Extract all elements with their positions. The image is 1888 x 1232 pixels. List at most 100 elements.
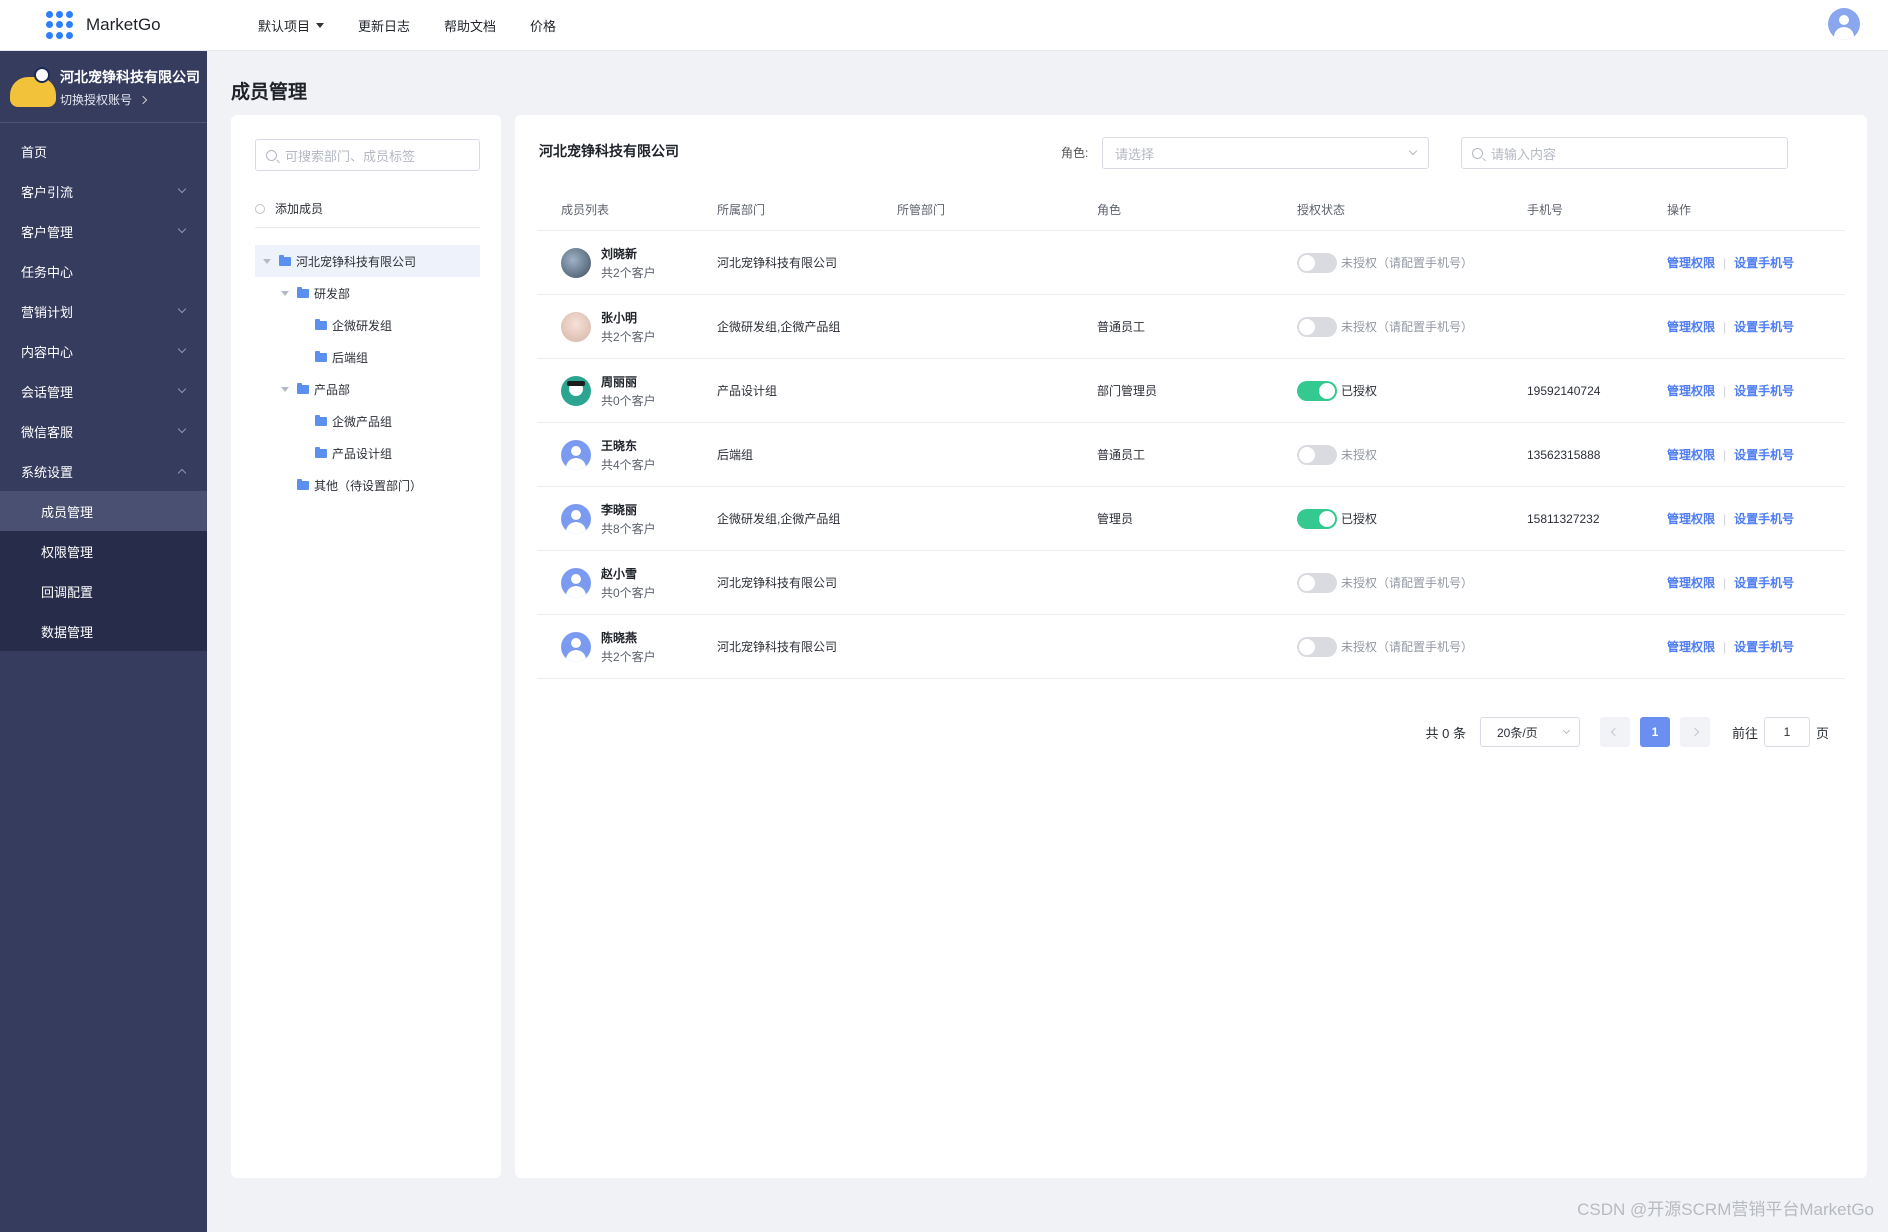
auth-toggle[interactable] <box>1297 636 1337 657</box>
tree-node-rd-dept[interactable]: 研发部 <box>255 277 480 309</box>
page-number-current[interactable]: 1 <box>1639 717 1670 747</box>
sidebar-item-wechat-service[interactable]: 微信客服 <box>0 411 207 451</box>
sidebar-item-marketing-plan[interactable]: 营销计划 <box>0 291 207 331</box>
org-switcher[interactable]: 河北宠铮科技有限公司 切换授权账号 <box>0 51 207 123</box>
sidebar-item-home[interactable]: 首页 <box>0 131 207 171</box>
nav-help-docs[interactable]: 帮助文档 <box>444 16 496 35</box>
expand-toggle-icon[interactable] <box>281 290 289 296</box>
column-header: 成员列表 <box>561 203 610 217</box>
chevron-right-icon <box>1690 727 1700 737</box>
table-body: 刘晓新 共2个客户 河北宠铮科技有限公司 未授权（请配置手机号） 管理权限 | 设置手机号张… <box>537 231 1845 679</box>
row-actions: 管理权限 | 设置手机号 <box>1667 446 1845 463</box>
sidebar-item-callback-config[interactable]: 回调配置 <box>0 571 207 611</box>
folder-icon <box>315 350 327 362</box>
chevron-up-icon <box>177 468 187 478</box>
tree-node-other[interactable]: 其他（待设置部门） <box>255 469 480 501</box>
prev-page-button[interactable] <box>1599 717 1630 747</box>
top-nav: 默认项目 更新日志 帮助文档 价格 <box>258 16 556 35</box>
sidebar-item-customer-acquisition[interactable]: 客户引流 <box>0 171 207 211</box>
sidebar-item-content-center[interactable]: 内容中心 <box>0 331 207 371</box>
member-role: 普通员工 <box>1097 320 1146 334</box>
table-header: 成员列表 所属部门 所管部门 角色 授权状态 手机号 操作 <box>537 189 1845 231</box>
chevron-down-icon <box>1562 726 1571 734</box>
sidebar-item-permission-management[interactable]: 权限管理 <box>0 531 207 571</box>
row-actions: 管理权限 | 设置手机号 <box>1667 638 1845 655</box>
page-size-select[interactable]: 20条/页 <box>1479 717 1580 747</box>
manage-permission-link[interactable]: 管理权限 <box>1667 382 1715 399</box>
table-row: 周丽丽 共0个客户 产品设计组 部门管理员 已授权 19592140724 管理权限 | 设置手… <box>537 359 1845 423</box>
member-cell: 陈晓燕 共2个客户 <box>537 629 717 665</box>
auth-status: 未授权（请配置手机号） <box>1297 636 1527 657</box>
auth-status-label: 未授权（请配置手机号） <box>1341 256 1474 270</box>
sidebar-item-member-management[interactable]: 成员管理 <box>0 491 207 531</box>
sidebar-item-data-management[interactable]: 数据管理 <box>0 611 207 651</box>
sidebar-item-session-management[interactable]: 会话管理 <box>0 371 207 411</box>
manage-permission-link[interactable]: 管理权限 <box>1667 318 1715 335</box>
avatar <box>561 631 591 662</box>
set-phone-link[interactable]: 设置手机号 <box>1734 638 1794 655</box>
expand-toggle-icon[interactable] <box>281 386 289 392</box>
auth-toggle[interactable] <box>1297 572 1337 593</box>
member-cell: 赵小雪 共0个客户 <box>537 565 717 601</box>
manage-permission-link[interactable]: 管理权限 <box>1667 638 1715 655</box>
nav-pricing[interactable]: 价格 <box>530 16 556 35</box>
department-tree: 河北宠铮科技有限公司 研发部 企微研发组 后端组 产品部 企微产品组 产品设计组 <box>255 245 480 501</box>
auth-status: 未授权 <box>1297 444 1527 465</box>
tree-node-product-dept[interactable]: 产品部 <box>255 373 480 405</box>
action-divider: | <box>1723 383 1727 398</box>
auth-status-label: 已授权 <box>1341 512 1378 526</box>
tree-node-label: 河北宠铮科技有限公司 <box>296 254 417 269</box>
tree-node-wecom-rd-group[interactable]: 企微研发组 <box>255 309 480 341</box>
manage-permission-link[interactable]: 管理权限 <box>1667 254 1715 271</box>
manage-permission-link[interactable]: 管理权限 <box>1667 574 1715 591</box>
action-divider: | <box>1723 447 1727 462</box>
tree-node-company[interactable]: 河北宠铮科技有限公司 <box>255 245 480 277</box>
auth-toggle[interactable] <box>1297 316 1337 337</box>
auth-toggle[interactable] <box>1297 252 1337 273</box>
member-info: 李晓丽共8个客户 <box>601 501 656 537</box>
member-name: 周丽丽 <box>601 374 638 389</box>
manage-permission-link[interactable]: 管理权限 <box>1667 446 1715 463</box>
next-page-button[interactable] <box>1679 717 1710 747</box>
auth-toggle[interactable] <box>1297 508 1337 529</box>
switch-account-link[interactable]: 切换授权账号 <box>60 91 148 108</box>
set-phone-link[interactable]: 设置手机号 <box>1734 254 1794 271</box>
switch-account-label: 切换授权账号 <box>60 93 133 107</box>
set-phone-link[interactable]: 设置手机号 <box>1734 318 1794 335</box>
panel-org-name: 河北宠铮科技有限公司 <box>539 143 679 159</box>
tree-node-wecom-product-group[interactable]: 企微产品组 <box>255 405 480 437</box>
user-avatar[interactable] <box>1828 8 1860 40</box>
role-filter-select[interactable]: 请选择 <box>1102 137 1429 169</box>
project-dropdown[interactable]: 默认项目 <box>258 16 325 35</box>
add-member-button[interactable]: 添加成员 <box>255 200 480 228</box>
set-phone-link[interactable]: 设置手机号 <box>1734 446 1794 463</box>
chevron-down-icon <box>177 424 187 434</box>
goto-page-input[interactable] <box>1763 717 1810 747</box>
member-name: 李晓丽 <box>601 502 638 517</box>
tree-node-backend-group[interactable]: 后端组 <box>255 341 480 373</box>
tree-node-product-design-group[interactable]: 产品设计组 <box>255 437 480 469</box>
tree-search-input[interactable]: 可搜索部门、成员标签 <box>255 139 480 171</box>
table-row: 王晓东 共4个客户 后端组 普通员工 未授权 13562315888 管理权限 | 设置手机号 <box>537 423 1845 487</box>
manage-permission-link[interactable]: 管理权限 <box>1667 510 1715 527</box>
set-phone-link[interactable]: 设置手机号 <box>1734 510 1794 527</box>
role-filter-placeholder: 请选择 <box>1115 146 1155 162</box>
auth-toggle[interactable] <box>1297 444 1337 465</box>
auth-status: 未授权（请配置手机号） <box>1297 316 1527 337</box>
nav-changelog[interactable]: 更新日志 <box>358 16 410 35</box>
sidebar-item-task-center[interactable]: 任务中心 <box>0 251 207 291</box>
member-search-input[interactable]: 请输入内容 <box>1461 137 1788 169</box>
search-icon <box>1472 147 1483 159</box>
auth-toggle[interactable] <box>1297 380 1337 401</box>
column-header: 操作 <box>1667 203 1692 217</box>
expand-toggle-icon[interactable] <box>263 258 271 264</box>
set-phone-link[interactable]: 设置手机号 <box>1734 382 1794 399</box>
logo[interactable]: MarketGo <box>46 11 258 39</box>
column-header: 角色 <box>1097 203 1122 217</box>
member-customer-count: 共8个客户 <box>601 521 656 536</box>
auth-status-label: 未授权 <box>1341 448 1378 462</box>
sidebar-item-customer-management[interactable]: 客户管理 <box>0 211 207 251</box>
sidebar-item-system-settings[interactable]: 系统设置 <box>0 451 207 491</box>
set-phone-link[interactable]: 设置手机号 <box>1734 574 1794 591</box>
goto-suffix: 页 <box>1815 725 1829 741</box>
